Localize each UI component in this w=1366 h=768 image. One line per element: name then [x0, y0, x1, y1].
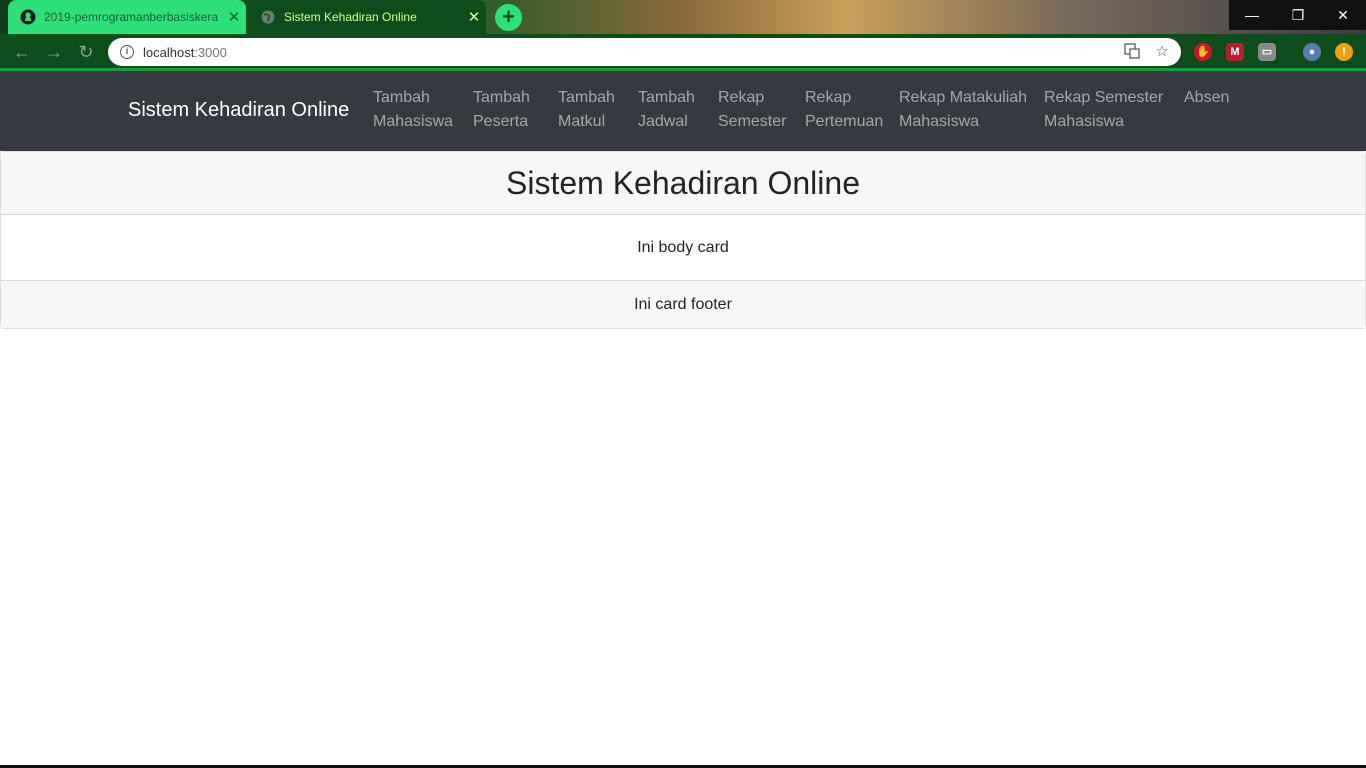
- chat-extension-icon[interactable]: ▭: [1258, 43, 1276, 61]
- nav-rekap-matakuliah-mahasiswa[interactable]: Rekap Matakuliah Mahasiswa: [899, 86, 1027, 134]
- browser-tabstrip: 2019-pemrogramanberbasiskera ✕ Sistem Ke…: [0, 0, 1366, 34]
- back-icon[interactable]: ←: [10, 40, 34, 64]
- tab-title: Sistem Kehadiran Online: [284, 10, 417, 24]
- nav-tambah-mahasiswa[interactable]: Tambah Mahasiswa: [373, 86, 453, 134]
- card-header: Sistem Kehadiran Online: [1, 152, 1365, 215]
- card-footer: Ini card footer: [1, 280, 1365, 328]
- mendeley-extension-icon[interactable]: M: [1226, 43, 1244, 61]
- github-icon: [20, 9, 36, 25]
- update-alert-icon[interactable]: !: [1335, 43, 1353, 61]
- restore-button[interactable]: ❐: [1275, 0, 1321, 30]
- close-window-button[interactable]: ✕: [1320, 0, 1366, 30]
- nav-rekap-semester-mahasiswa[interactable]: Rekap Semester Mahasiswa: [1044, 86, 1163, 134]
- tab-sistem-kehadiran[interactable]: Sistem Kehadiran Online ✕: [248, 0, 486, 34]
- tab-title: 2019-pemrogramanberbasiskera: [44, 10, 219, 24]
- info-icon[interactable]: i: [120, 45, 134, 59]
- globe-icon: [260, 9, 276, 25]
- tab-github[interactable]: 2019-pemrogramanberbasiskera ✕: [8, 0, 246, 34]
- navbar-brand[interactable]: Sistem Kehadiran Online: [128, 99, 349, 122]
- profile-avatar-icon[interactable]: ●: [1303, 43, 1321, 61]
- nav-tambah-jadwal[interactable]: Tambah Jadwal: [638, 86, 695, 134]
- tab-close-icon[interactable]: ✕: [462, 8, 486, 26]
- reload-icon[interactable]: ↻: [74, 40, 98, 64]
- nav-tambah-matkul[interactable]: Tambah Matkul: [558, 86, 615, 134]
- url-text: localhost:3000: [143, 44, 227, 60]
- minimize-button[interactable]: —: [1229, 0, 1275, 30]
- adblock-extension-icon[interactable]: ✋: [1194, 43, 1212, 61]
- forward-icon[interactable]: →: [42, 40, 66, 64]
- main-card: Sistem Kehadiran Online Ini body card In…: [0, 151, 1366, 329]
- browser-toolbar: ← → ↻ i localhost:3000 ☆ ✋ M ▭ ● !: [0, 34, 1366, 71]
- card-body: Ini body card: [637, 238, 729, 256]
- nav-rekap-semester[interactable]: Rekap Semester: [718, 86, 786, 134]
- address-bar[interactable]: i localhost:3000 ☆: [108, 38, 1181, 66]
- nav-rekap-pertemuan[interactable]: Rekap Pertemuan: [805, 86, 883, 134]
- tab-close-icon[interactable]: ✕: [222, 8, 246, 26]
- translate-icon[interactable]: [1123, 43, 1141, 61]
- nav-tambah-peserta[interactable]: Tambah Peserta: [473, 86, 530, 134]
- nav-absen[interactable]: Absen: [1184, 86, 1229, 110]
- site-navbar: Sistem Kehadiran Online Tambah Mahasiswa …: [0, 71, 1366, 151]
- bookmark-star-icon[interactable]: ☆: [1153, 43, 1171, 61]
- new-tab-button[interactable]: +: [495, 4, 522, 31]
